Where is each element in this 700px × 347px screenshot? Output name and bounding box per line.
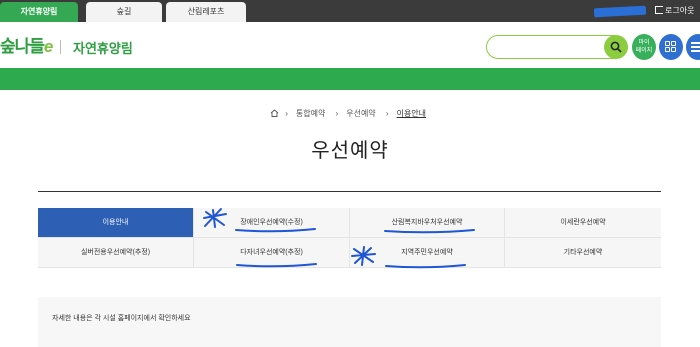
breadcrumb-current[interactable]: 이용안내 [397,109,426,118]
header-divider [60,40,61,54]
tab-forest-leports[interactable]: 산림레포츠 [166,2,246,22]
tab-disabled-priority[interactable]: 장애인우선예약(수정) [194,208,350,238]
logout-icon [655,6,663,14]
tab-multichild-priority[interactable]: 다자녀우선예약(추정) [194,238,350,268]
breadcrumb: › 통합예약 › 우선예약 › 이용안내 [0,108,700,119]
title-divider [38,191,661,192]
site-tab-bar: 자연휴양림 숲길 산림레포츠 로그아웃 [0,0,700,22]
home-icon[interactable] [270,109,279,117]
tab-recreation-forest[interactable]: 자연휴양림 [0,2,78,22]
site-header: 숲나들e 자연휴양림 마이 페이지 [0,22,700,68]
breadcrumb-item[interactable]: 우선예약 [346,109,375,118]
notice-box: 자세한 내용은 각 시설 홈페이지에서 확인하세요 [38,297,661,347]
logout-link[interactable]: 로그아웃 [655,4,694,18]
reservation-tabs: 이용안내 장애인우선예약(수정) 산림복지바우처우선예약 이세란우선예약 실버전… [38,208,661,268]
tab-forest-trail[interactable]: 숲길 [86,2,162,22]
page-title: 우선예약 [311,140,389,162]
main-nav-bar [0,68,700,90]
site-logo[interactable]: 숲나들e [0,32,53,57]
section-brand[interactable]: 자연휴양림 [73,38,133,57]
redacted-username [593,5,647,18]
apps-grid-button[interactable] [659,34,683,60]
tab-silver-priority[interactable]: 실버전용우선예약(추정) [38,238,194,268]
my-page-button[interactable]: 마이 페이지 [632,34,656,60]
logout-label: 로그아웃 [665,6,695,15]
tab-priority-4[interactable]: 이세란우선예약 [505,208,661,238]
breadcrumb-item[interactable]: 통합예약 [296,109,325,118]
search-button[interactable] [604,35,628,59]
tab-usage-guide[interactable]: 이용안내 [38,208,194,238]
notice-text: 자세한 내용은 각 시설 홈페이지에서 확인하세요 [52,315,191,322]
tab-local-resident-priority[interactable]: 지역주민우선예약 [350,238,505,268]
hamburger-menu-button[interactable] [686,34,700,60]
tab-other-priority[interactable]: 기타우선예약 [505,238,661,268]
tab-welfare-voucher-priority[interactable]: 산림복지바우처우선예약 [350,208,505,238]
search-icon [610,41,622,53]
